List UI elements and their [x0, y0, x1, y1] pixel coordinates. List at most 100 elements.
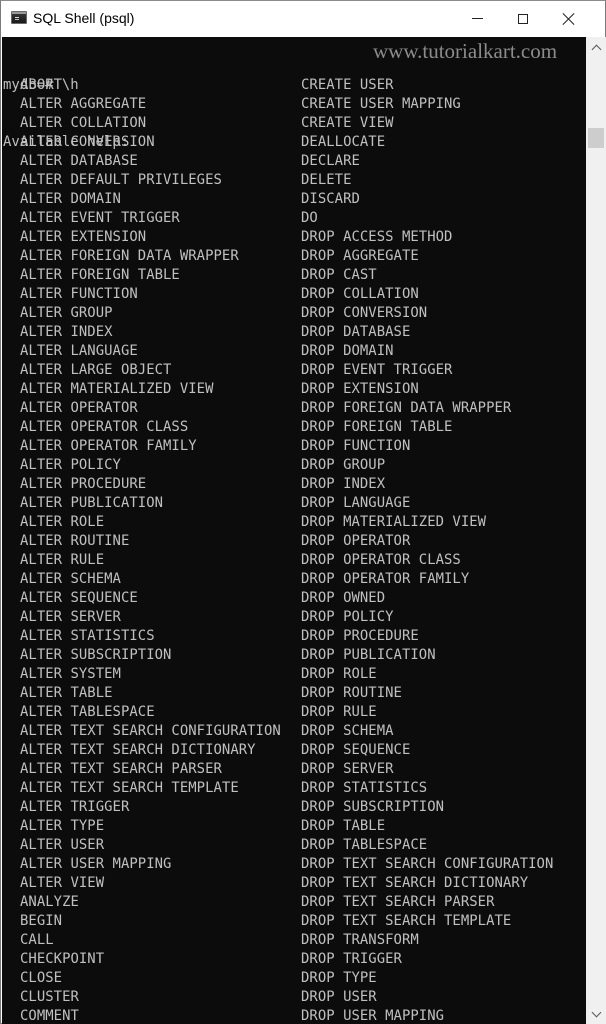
help-entry: DROP TEXT SEARCH DICTIONARY: [301, 875, 529, 891]
help-entry: ALTER PUBLICATION: [20, 495, 164, 511]
help-entry: DROP EXTENSION: [301, 381, 419, 397]
help-entry: DROP ROUTINE: [301, 685, 402, 701]
help-entry: ALTER EXTENSION: [20, 229, 147, 245]
help-entry: DROP OWNED: [301, 590, 386, 606]
help-entry: ALTER STATISTICS: [20, 628, 155, 644]
help-entry: CLOSE: [20, 970, 63, 986]
help-column-right: CREATE USER CREATE USER MAPPING CREATE VIE…: [301, 76, 553, 1024]
help-entry: ALTER DATABASE: [20, 153, 138, 169]
help-entry: DROP ROLE: [301, 666, 377, 682]
help-entry: ALTER TRIGGER: [20, 799, 130, 815]
help-entry: ALTER LANGUAGE: [20, 343, 138, 359]
maximize-icon: [518, 13, 528, 24]
close-icon: [563, 13, 575, 25]
help-entry: ABORT: [20, 77, 63, 93]
help-entry: ALTER COLLATION: [20, 115, 147, 131]
help-entry: DROP TEXT SEARCH PARSER: [301, 894, 495, 910]
terminal-text: mydb=# \h Available help: ABORT ALTER AGG…: [3, 38, 553, 1024]
terminal-icon[interactable]: [11, 11, 27, 24]
help-entry: DROP INDEX: [301, 476, 386, 492]
help-entry: DROP CAST: [301, 267, 377, 283]
help-entry: ALTER ROLE: [20, 514, 105, 530]
scroll-up-button[interactable]: [586, 37, 606, 57]
help-entry: ALTER TEXT SEARCH TEMPLATE: [20, 780, 239, 796]
help-entry: ALTER FUNCTION: [20, 286, 138, 302]
help-entry: DROP GROUP: [301, 457, 386, 473]
terminal-output[interactable]: mydb=# \h Available help: ABORT ALTER AGG…: [2, 37, 586, 1024]
help-entry: DROP CONVERSION: [301, 305, 428, 321]
help-entry: DROP DATABASE: [301, 324, 411, 340]
help-entry: DROP LANGUAGE: [301, 495, 411, 511]
help-entry: ALTER TEXT SEARCH CONFIGURATION: [20, 723, 281, 739]
help-entry: DROP OPERATOR CLASS: [301, 552, 461, 568]
help-entry: ALTER SEQUENCE: [20, 590, 138, 606]
help-entry: DEALLOCATE: [301, 134, 386, 150]
help-entry: DROP AGGREGATE: [301, 248, 419, 264]
scroll-down-button[interactable]: [586, 1004, 606, 1024]
title-bar[interactable]: SQL Shell (psql): [1, 1, 605, 36]
help-entry: ALTER EVENT TRIGGER: [20, 210, 180, 226]
help-entry: ALTER TEXT SEARCH PARSER: [20, 761, 222, 777]
help-entry: DROP ACCESS METHOD: [301, 229, 453, 245]
help-entry: DROP SCHEMA: [301, 723, 394, 739]
help-entry: DROP STATISTICS: [301, 780, 428, 796]
help-entry: ALTER RULE: [20, 552, 105, 568]
help-entry: DISCARD: [301, 191, 360, 207]
help-column-left: ABORT ALTER AGGREGATE ALTER COLLATION ALTER…: [20, 76, 281, 1024]
help-entry: DROP RULE: [301, 704, 377, 720]
help-entry: DROP SUBSCRIPTION: [301, 799, 445, 815]
chevron-up-icon: [591, 44, 601, 54]
help-entry: DROP TYPE: [301, 970, 377, 986]
help-entry: ALTER SCHEMA: [20, 571, 121, 587]
help-entry: ALTER OPERATOR: [20, 400, 138, 416]
help-columns: ABORT ALTER AGGREGATE ALTER COLLATION ALTER…: [3, 76, 553, 1024]
help-entry: ALTER TEXT SEARCH DICTIONARY: [20, 742, 256, 758]
help-entry: ALTER DOMAIN: [20, 191, 121, 207]
help-entry: DROP EVENT TRIGGER: [301, 362, 453, 378]
help-entry: DROP PUBLICATION: [301, 647, 436, 663]
watermark: www.tutorialkart.com: [373, 39, 558, 63]
help-entry: ALTER POLICY: [20, 457, 121, 473]
help-entry: DROP PROCEDURE: [301, 628, 419, 644]
help-entry: DROP USER: [301, 989, 377, 1005]
help-entry: ALTER SERVER: [20, 609, 121, 625]
help-entry: ALTER OPERATOR CLASS: [20, 419, 189, 435]
help-entry: ALTER FOREIGN DATA WRAPPER: [20, 248, 239, 264]
help-entry: ALTER AGGREGATE: [20, 96, 147, 112]
minimize-button[interactable]: [454, 1, 500, 36]
help-entry: ALTER OPERATOR FAMILY: [20, 438, 197, 454]
help-entry: ALTER INDEX: [20, 324, 113, 340]
help-entry: DROP FOREIGN TABLE: [301, 419, 453, 435]
help-entry: ALTER TABLE: [20, 685, 113, 701]
help-entry: ALTER VIEW: [20, 875, 105, 891]
help-entry: DROP TEXT SEARCH TEMPLATE: [301, 913, 512, 929]
help-entry: ALTER TYPE: [20, 818, 105, 834]
help-entry: DROP OPERATOR FAMILY: [301, 571, 470, 587]
help-entry: ALTER SYSTEM: [20, 666, 121, 682]
help-entry: ALTER ROUTINE: [20, 533, 130, 549]
help-entry: CREATE VIEW: [301, 115, 394, 131]
help-entry: ALTER LARGE OBJECT: [20, 362, 172, 378]
help-entry: CREATE USER: [301, 77, 394, 93]
help-entry: DROP OPERATOR: [301, 533, 411, 549]
help-entry: ALTER GROUP: [20, 305, 113, 321]
help-entry: DROP TABLESPACE: [301, 837, 428, 853]
help-entry: ALTER PROCEDURE: [20, 476, 147, 492]
help-entry: DROP FUNCTION: [301, 438, 411, 454]
help-entry: ALTER USER: [20, 837, 105, 853]
help-entry: DROP TRANSFORM: [301, 932, 419, 948]
help-entry: DROP DOMAIN: [301, 343, 394, 359]
help-entry: DECLARE: [301, 153, 360, 169]
chevron-down-icon: [591, 1007, 601, 1017]
help-entry: DROP SERVER: [301, 761, 394, 777]
maximize-button[interactable]: [500, 1, 546, 36]
help-entry: DROP COLLATION: [301, 286, 419, 302]
close-button[interactable]: [546, 1, 592, 36]
help-entry: ALTER MATERIALIZED VIEW: [20, 381, 214, 397]
scrollbar-thumb[interactable]: [588, 128, 604, 148]
help-entry: ALTER SUBSCRIPTION: [20, 647, 172, 663]
help-entry: DROP MATERIALIZED VIEW: [301, 514, 487, 530]
help-entry: DROP USER MAPPING: [301, 1008, 445, 1024]
help-entry: DROP TEXT SEARCH CONFIGURATION: [301, 856, 554, 872]
vertical-scrollbar[interactable]: [586, 37, 606, 1024]
